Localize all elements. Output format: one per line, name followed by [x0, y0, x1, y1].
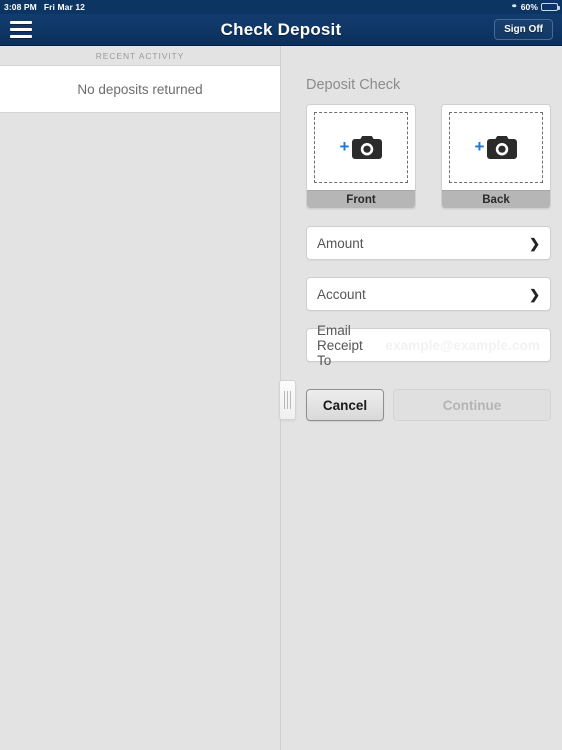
email-receipt-field-row[interactable]: Email Receipt To example@example.com — [306, 323, 551, 368]
email-receipt-label: Email Receipt To — [317, 322, 363, 368]
chevron-right-icon: ❯ — [529, 286, 540, 302]
continue-button: Continue — [393, 389, 551, 421]
wifi-icon: ⚭ — [510, 1, 518, 11]
page-title: Check Deposit — [220, 19, 342, 39]
battery-percent-label: 60% — [520, 2, 538, 12]
status-time: 3:08 PM — [4, 2, 37, 12]
capture-card-back[interactable]: + Back — [441, 104, 551, 209]
camera-icon — [487, 136, 518, 159]
camera-icon — [352, 136, 383, 159]
capture-label-back: Back — [442, 190, 550, 208]
capture-label-front: Front — [307, 190, 415, 208]
status-bar-left: 3:08 PM Fri Mar 12 — [4, 2, 85, 12]
cancel-button[interactable]: Cancel — [306, 389, 384, 421]
amount-field-row[interactable]: Amount ❯ — [306, 226, 551, 260]
status-bar-right: ⚭ 60% — [510, 1, 560, 12]
status-bar: 3:08 PM Fri Mar 12 ⚭ 60% — [0, 0, 562, 14]
hamburger-bar-3 — [10, 35, 32, 38]
plus-icon: + — [474, 137, 485, 156]
hamburger-bar-2 — [10, 28, 32, 31]
capture-dashed-frame-front: + — [314, 112, 408, 183]
grip-line-2 — [287, 391, 288, 409]
grip-line-3 — [290, 391, 291, 409]
navigation-bar: Check Deposit Sign Off — [0, 14, 562, 46]
battery-icon — [541, 3, 560, 11]
chevron-right-icon: ❯ — [529, 235, 540, 251]
panel-resize-handle[interactable] — [279, 380, 296, 420]
account-field-row[interactable]: Account ❯ — [306, 277, 551, 311]
deposit-form-panel: Deposit Check + Front + Back Amount ❯ Ac… — [282, 46, 562, 750]
amount-label: Amount — [317, 235, 364, 251]
recent-activity-list: No deposits returned — [0, 65, 280, 113]
recent-activity-header: RECENT ACTIVITY — [95, 50, 185, 61]
sign-off-button[interactable]: Sign Off — [494, 19, 553, 40]
hamburger-menu-icon[interactable] — [10, 21, 32, 38]
hamburger-bar-1 — [10, 21, 32, 24]
capture-dashed-frame-back: + — [449, 112, 543, 183]
status-date: Fri Mar 12 — [43, 2, 85, 12]
account-label: Account — [317, 286, 366, 302]
capture-card-front[interactable]: + Front — [306, 104, 416, 209]
recent-activity-panel: RECENT ACTIVITY No deposits returned — [0, 46, 281, 750]
plus-icon: + — [339, 137, 350, 156]
capture-area-front[interactable]: + — [307, 105, 415, 190]
check-capture-row: + Front + Back — [306, 104, 551, 209]
email-receipt-input[interactable]: example@example.com — [385, 338, 540, 353]
app-root: 3:08 PM Fri Mar 12 ⚭ 60% Check Deposit S… — [0, 0, 562, 750]
deposit-check-heading: Deposit Check — [306, 77, 401, 93]
capture-area-back[interactable]: + — [442, 105, 550, 190]
empty-state-message: No deposits returned — [77, 81, 203, 97]
grip-line-1 — [284, 391, 285, 409]
